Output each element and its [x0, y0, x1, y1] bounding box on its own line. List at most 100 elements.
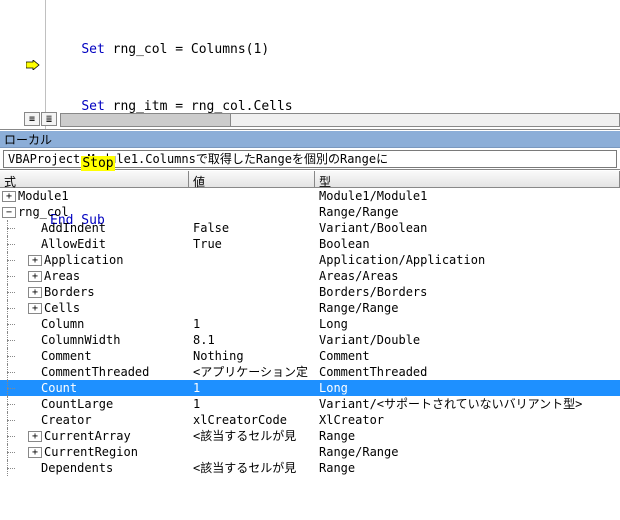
- variable-type: Variant/Double: [315, 332, 620, 348]
- variable-value: 1: [189, 396, 315, 412]
- variable-type: Areas/Areas: [315, 268, 620, 284]
- variable-name: CommentThreaded: [41, 364, 149, 380]
- variable-value: [189, 444, 315, 460]
- horizontal-scrollbar[interactable]: [60, 113, 620, 127]
- tree-connector-icon: [2, 396, 28, 412]
- variable-name: ColumnWidth: [41, 332, 120, 348]
- locals-row[interactable]: + CurrentRegion Range/Range: [0, 444, 620, 460]
- tree-connector-icon: [2, 316, 28, 332]
- tree-connector-icon: [2, 364, 28, 380]
- variable-name: AddIndent: [41, 220, 106, 236]
- variable-type: Range/Range: [315, 300, 620, 316]
- tree-connector-icon: [2, 284, 28, 300]
- variable-type: CommentThreaded: [315, 364, 620, 380]
- variable-name: Areas: [44, 268, 80, 284]
- variable-type: Variant/Boolean: [315, 220, 620, 236]
- locals-row[interactable]: AllowEdit TrueBoolean: [0, 236, 620, 252]
- execution-pointer-icon: [26, 60, 40, 70]
- variable-type: XlCreator: [315, 412, 620, 428]
- variable-value: xlCreatorCode: [189, 412, 315, 428]
- variable-value: <アプリケーション定: [189, 364, 315, 380]
- expand-icon[interactable]: +: [28, 287, 42, 298]
- expand-icon[interactable]: +: [2, 191, 16, 202]
- expand-icon[interactable]: +: [28, 255, 42, 266]
- variable-name: Application: [44, 252, 123, 268]
- expand-icon[interactable]: +: [28, 303, 42, 314]
- locals-row[interactable]: + Areas Areas/Areas: [0, 268, 620, 284]
- variable-type: Comment: [315, 348, 620, 364]
- variable-value: [189, 268, 315, 284]
- variable-name: CurrentArray: [44, 428, 131, 444]
- variable-name: CurrentRegion: [44, 444, 138, 460]
- tree-connector-icon: [2, 332, 28, 348]
- locals-row[interactable]: + CurrentArray <該当するセルが見Range: [0, 428, 620, 444]
- variable-type: Application/Application: [315, 252, 620, 268]
- locals-row[interactable]: Column 1Long: [0, 316, 620, 332]
- variable-value: [189, 300, 315, 316]
- variable-type: Range/Range: [315, 204, 620, 220]
- variable-name: Module1: [18, 188, 69, 204]
- variable-value: <該当するセルが見: [189, 428, 315, 444]
- variable-value: 1: [189, 316, 315, 332]
- variable-value: 1: [189, 380, 315, 396]
- scrollbar-thumb[interactable]: [61, 114, 231, 126]
- code-gutter: [0, 0, 46, 129]
- variable-type: Borders/Borders: [315, 284, 620, 300]
- variable-name: Borders: [44, 284, 95, 300]
- variable-value: 8.1: [189, 332, 315, 348]
- variable-value: False: [189, 220, 315, 236]
- variable-name: Column: [41, 316, 84, 332]
- tree-connector-icon: [2, 444, 28, 460]
- collapse-icon[interactable]: −: [2, 207, 16, 218]
- full-module-view-button[interactable]: ≣: [41, 112, 57, 126]
- variable-value: True: [189, 236, 315, 252]
- locals-row[interactable]: ColumnWidth 8.1Variant/Double: [0, 332, 620, 348]
- expand-icon[interactable]: +: [28, 447, 42, 458]
- variable-name: AllowEdit: [41, 236, 106, 252]
- locals-row[interactable]: + Borders Borders/Borders: [0, 284, 620, 300]
- expand-icon[interactable]: +: [28, 271, 42, 282]
- variable-name: Creator: [41, 412, 92, 428]
- variable-name: Cells: [44, 300, 80, 316]
- variable-name: Dependents: [41, 460, 113, 476]
- view-mode-buttons: ≡ ≣: [24, 111, 58, 127]
- tree-connector-icon: [2, 220, 28, 236]
- locals-grid-body[interactable]: + Module1 Module1/Module1 − rng_col Range/R…: [0, 188, 620, 508]
- variable-type: Boolean: [315, 236, 620, 252]
- tree-connector-icon: [2, 268, 28, 284]
- locals-row[interactable]: CommentThreaded<アプリケーション定CommentThreaded: [0, 364, 620, 380]
- locals-row[interactable]: + Application Application/Application: [0, 252, 620, 268]
- variable-value: [189, 204, 315, 220]
- variable-type: Module1/Module1: [315, 188, 620, 204]
- variable-value: [189, 252, 315, 268]
- locals-row[interactable]: Count 1Long: [0, 380, 620, 396]
- variable-type: Long: [315, 316, 620, 332]
- variable-name: CountLarge: [41, 396, 113, 412]
- variable-name: Count: [41, 380, 77, 396]
- variable-type: Range: [315, 428, 620, 444]
- locals-row[interactable]: Dependents<該当するセルが見Range: [0, 460, 620, 476]
- variable-type: Variant/<サポートされていないバリアント型>: [315, 396, 620, 412]
- tree-connector-icon: [2, 300, 28, 316]
- tree-connector-icon: [2, 460, 28, 476]
- tree-connector-icon: [2, 252, 28, 268]
- variable-value: [189, 284, 315, 300]
- variable-type: Long: [315, 380, 620, 396]
- expand-icon[interactable]: +: [28, 431, 42, 442]
- locals-row[interactable]: − rng_col Range/Range: [0, 204, 620, 220]
- locals-row[interactable]: CommentNothingComment: [0, 348, 620, 364]
- locals-row[interactable]: Creator xlCreatorCodeXlCreator: [0, 412, 620, 428]
- locals-row[interactable]: CountLarge 1Variant/<サポートされていないバリアント型>: [0, 396, 620, 412]
- variable-type: Range/Range: [315, 444, 620, 460]
- variable-name: Comment: [41, 348, 92, 364]
- variable-name: rng_col: [18, 204, 69, 220]
- code-pane: Set rng_col = Columns(1) Set rng_itm = r…: [0, 0, 620, 130]
- header-type[interactable]: 型: [315, 171, 620, 187]
- variable-value: [189, 188, 315, 204]
- locals-row[interactable]: + Module1 Module1/Module1: [0, 188, 620, 204]
- tree-connector-icon: [2, 236, 28, 252]
- procedure-view-button[interactable]: ≡: [24, 112, 40, 126]
- tree-connector-icon: [2, 412, 28, 428]
- locals-row[interactable]: + Cells Range/Range: [0, 300, 620, 316]
- locals-row[interactable]: AddIndent FalseVariant/Boolean: [0, 220, 620, 236]
